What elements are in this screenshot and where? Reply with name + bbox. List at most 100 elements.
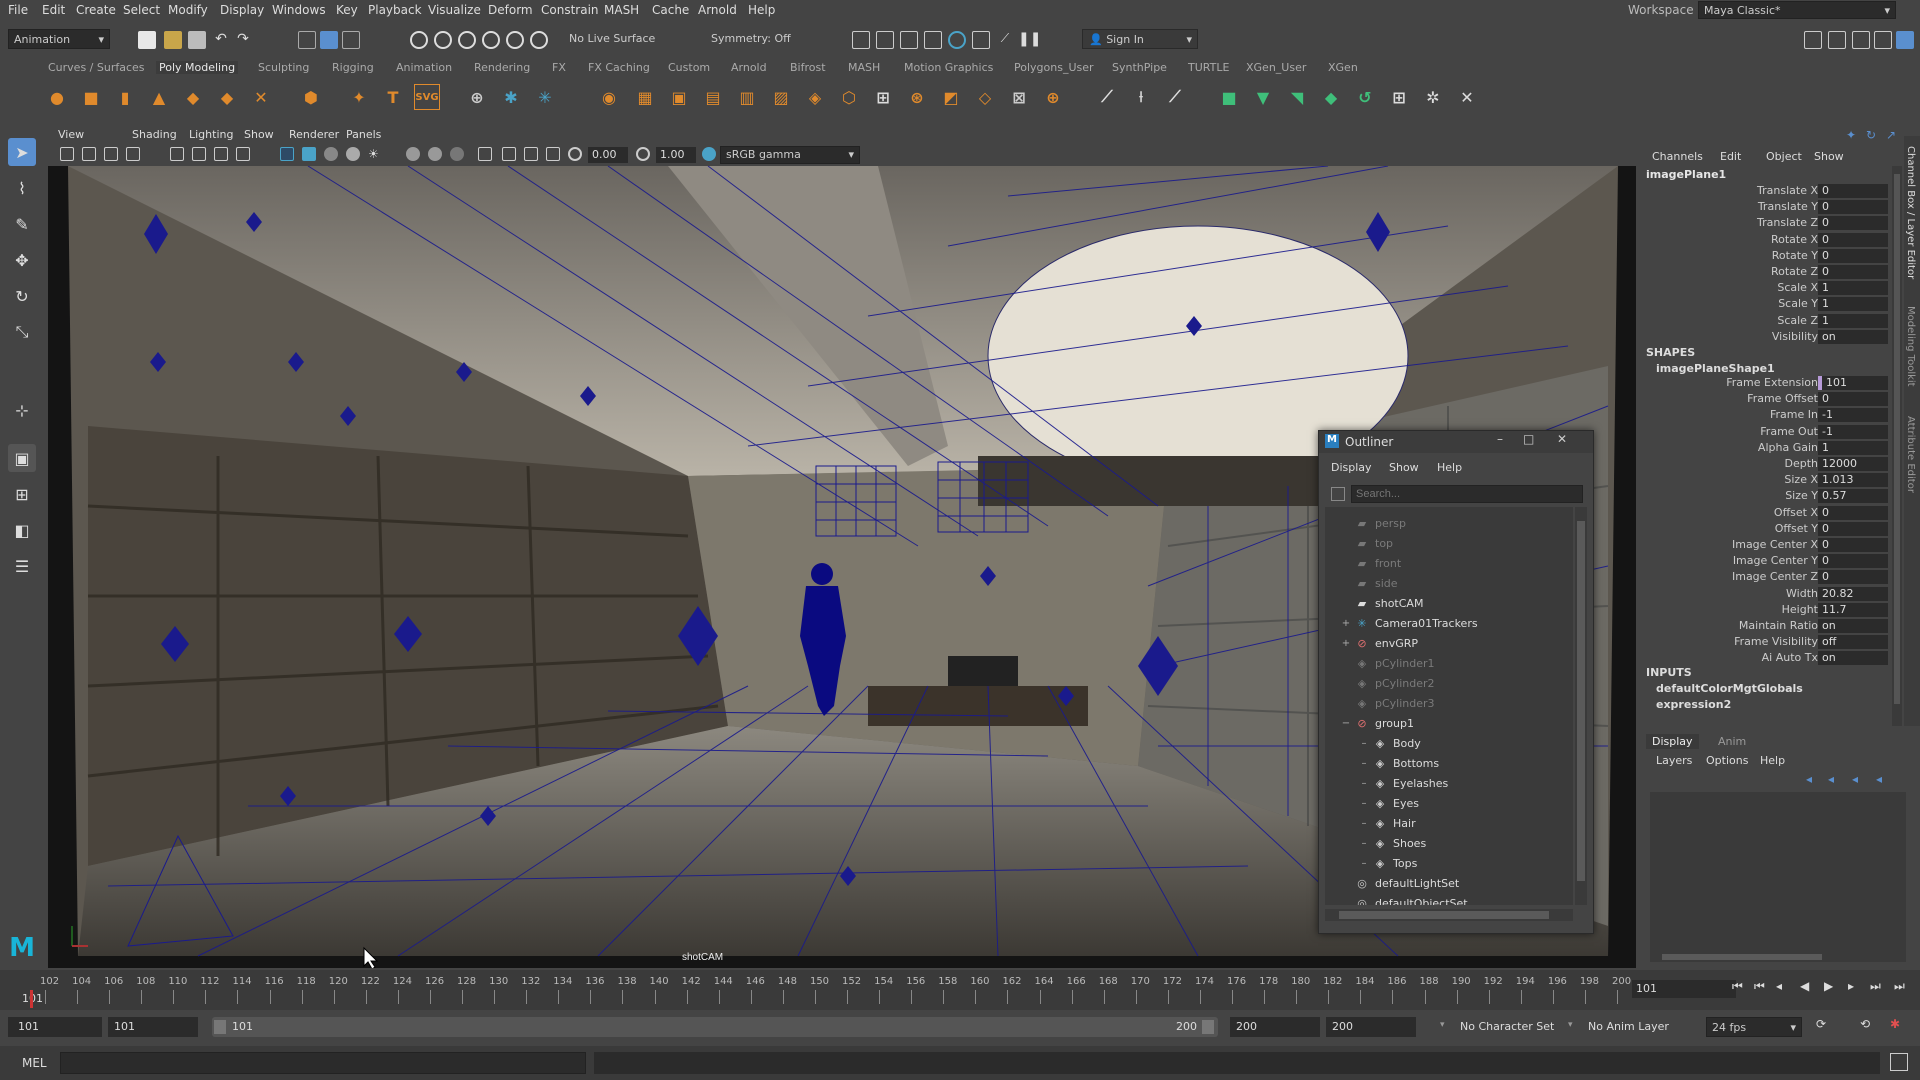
anim-end-field[interactable]: 200: [1326, 1017, 1416, 1037]
outliner-menu-display[interactable]: Display: [1331, 461, 1372, 474]
playhead[interactable]: [30, 990, 33, 1008]
select-hierarchy-icon[interactable]: [298, 31, 316, 49]
plugin-grid-icon[interactable]: ⊞: [1386, 84, 1412, 110]
outliner-item[interactable]: ▰ side: [1325, 573, 1398, 593]
outliner-item[interactable]: + ⊘ envGRP: [1325, 633, 1418, 653]
menu-cache[interactable]: Cache: [652, 3, 689, 17]
shadows-icon[interactable]: [406, 147, 420, 161]
rotate-tool-icon[interactable]: ↻: [8, 282, 36, 310]
expand-toggle-icon[interactable]: −: [1339, 718, 1353, 729]
shelf-tab-rendering[interactable]: Rendering: [474, 61, 530, 74]
channel-attribute-row[interactable]: Offset X0: [1640, 505, 1910, 522]
persp-outliner-view-icon[interactable]: ◧: [8, 516, 36, 544]
channel-attribute-row[interactable]: Translate X0: [1640, 184, 1910, 200]
preferences-icon[interactable]: ✱: [1890, 1017, 1900, 1031]
outliner-item[interactable]: ▰ persp: [1325, 513, 1406, 533]
viewport-menu-show[interactable]: Show: [244, 128, 274, 141]
xray-joints-icon[interactable]: [524, 147, 538, 161]
outliner-item[interactable]: – ◈ Tops: [1343, 853, 1418, 873]
side-tab-attribute-editor[interactable]: Attribute Editor: [1905, 416, 1916, 493]
menu-windows[interactable]: Windows: [272, 3, 326, 17]
snap-grid-icon[interactable]: [410, 31, 428, 49]
outliner-hscrollbar[interactable]: [1325, 909, 1573, 921]
channel-attribute-value[interactable]: 0: [1818, 521, 1888, 536]
outliner-vscrollbar[interactable]: [1575, 507, 1587, 905]
channel-attribute-value[interactable]: 0: [1818, 538, 1888, 552]
playback-start-field[interactable]: 101: [108, 1017, 198, 1037]
outliner-item[interactable]: ▰ front: [1325, 553, 1401, 573]
lights-icon[interactable]: ☀: [368, 147, 382, 161]
layout-toggle-icon[interactable]: [1874, 31, 1892, 49]
color-space-dropdown[interactable]: sRGB gamma ▾: [720, 146, 860, 164]
shelf-tab-motion-graphics[interactable]: Motion Graphics: [904, 61, 993, 74]
channel-attribute-row[interactable]: Height 11.7: [1640, 602, 1910, 619]
wedge-icon[interactable]: ⬡: [836, 84, 862, 110]
scale-tool-icon[interactable]: ⤡: [8, 318, 36, 346]
menu-help[interactable]: Help: [748, 3, 775, 17]
outliner-view-icon[interactable]: ☰: [8, 552, 36, 580]
channel-attribute-value[interactable]: 0: [1818, 248, 1888, 263]
boolean-icon[interactable]: ◩: [938, 84, 964, 110]
channel-attribute-value[interactable]: 0: [1818, 232, 1888, 247]
combine-icon[interactable]: ⊕: [464, 84, 490, 110]
fps-dropdown[interactable]: 24 fps ▾: [1706, 1017, 1802, 1037]
outliner-item[interactable]: ▰ top: [1325, 533, 1393, 553]
channel-attribute-value[interactable]: 101: [1818, 376, 1888, 390]
channel-attribute-value[interactable]: 0: [1818, 265, 1888, 279]
channel-attribute-row[interactable]: Size Y 0.57: [1640, 489, 1910, 505]
channel-attribute-row[interactable]: Visibility on: [1640, 329, 1910, 346]
viewport-menu-lighting[interactable]: Lighting: [189, 128, 233, 141]
channel-attribute-row[interactable]: Offset Y0: [1640, 521, 1910, 538]
step-back-key-icon[interactable]: ⏮: [1754, 979, 1765, 994]
playback-end-field[interactable]: 200: [1230, 1017, 1320, 1037]
time-slider[interactable]: 102 104 106 108 110 112 114 116 118 120 122 124 126 1…: [0, 970, 1920, 1010]
extrude-icon[interactable]: ▣: [666, 84, 692, 110]
select-component-icon[interactable]: [342, 31, 360, 49]
menu-arnold[interactable]: Arnold: [698, 3, 737, 17]
exposure-field[interactable]: 0.00: [588, 147, 628, 163]
shelf-tab-animation[interactable]: Animation: [396, 61, 452, 74]
shelf-tab-xgen[interactable]: XGen: [1328, 61, 1358, 74]
channel-attribute-row[interactable]: Translate Y0: [1640, 200, 1910, 216]
channel-attribute-row[interactable]: Image Center Z0: [1640, 570, 1910, 586]
bevel-icon[interactable]: ◉: [596, 84, 622, 110]
xray-components-icon[interactable]: [546, 147, 560, 161]
channel-attribute-value[interactable]: on: [1818, 329, 1888, 344]
outliner-item[interactable]: − ⊘ group1: [1325, 713, 1414, 733]
smooth-icon[interactable]: ✳: [532, 84, 558, 110]
range-bar[interactable]: 101 200: [212, 1017, 1218, 1037]
merge-icon[interactable]: ▨: [768, 84, 794, 110]
channel-attribute-row[interactable]: Frame In -1: [1640, 408, 1910, 424]
channel-attribute-value[interactable]: on: [1818, 651, 1888, 666]
layer-hscroll-thumb[interactable]: [1662, 954, 1822, 960]
anim-layer-dropdown[interactable]: No Anim Layer: [1588, 1020, 1669, 1033]
poly-sphere-icon[interactable]: ●: [44, 84, 70, 110]
menu-display[interactable]: Display: [220, 3, 264, 17]
super-shape-icon[interactable]: ✦: [346, 84, 372, 110]
shelf-tab-mash[interactable]: MASH: [848, 61, 880, 74]
outliner-menu-show[interactable]: Show: [1389, 461, 1419, 474]
close-icon[interactable]: ✕: [1557, 432, 1567, 446]
channel-attribute-row[interactable]: Ai Auto Tx on: [1640, 651, 1910, 667]
paint-select-tool-icon[interactable]: ✎: [8, 210, 36, 238]
color-management-icon[interactable]: [702, 147, 716, 161]
channel-attribute-value[interactable]: 0.57: [1818, 489, 1888, 504]
outliner-menu-help[interactable]: Help: [1437, 461, 1462, 474]
outliner-item[interactable]: + ✳ Camera01Trackers: [1325, 613, 1478, 633]
channel-attribute-row[interactable]: Scale Y1: [1640, 297, 1910, 313]
menu-mash[interactable]: MASH: [604, 3, 639, 17]
poke-icon[interactable]: ◈: [802, 84, 828, 110]
viewport-menu-panels[interactable]: Panels: [346, 128, 381, 141]
channel-attribute-value[interactable]: 0: [1818, 392, 1888, 407]
motion-blur-icon[interactable]: [450, 147, 464, 161]
minimize-icon[interactable]: –: [1497, 432, 1503, 446]
channel-attribute-row[interactable]: Rotate Y0: [1640, 248, 1910, 265]
channel-menu-channels[interactable]: Channels: [1652, 150, 1703, 163]
channel-attribute-row[interactable]: Width 20.82: [1640, 586, 1910, 603]
plugin-green-4-icon[interactable]: ◆: [1318, 84, 1344, 110]
channel-attribute-row[interactable]: Maintain Ratio on: [1640, 619, 1910, 635]
save-scene-icon[interactable]: [188, 31, 206, 49]
pause-icon[interactable]: ❚❚: [1018, 31, 1041, 49]
channel-attribute-value[interactable]: 0: [1818, 184, 1888, 198]
script-language-label[interactable]: MEL: [22, 1056, 47, 1070]
